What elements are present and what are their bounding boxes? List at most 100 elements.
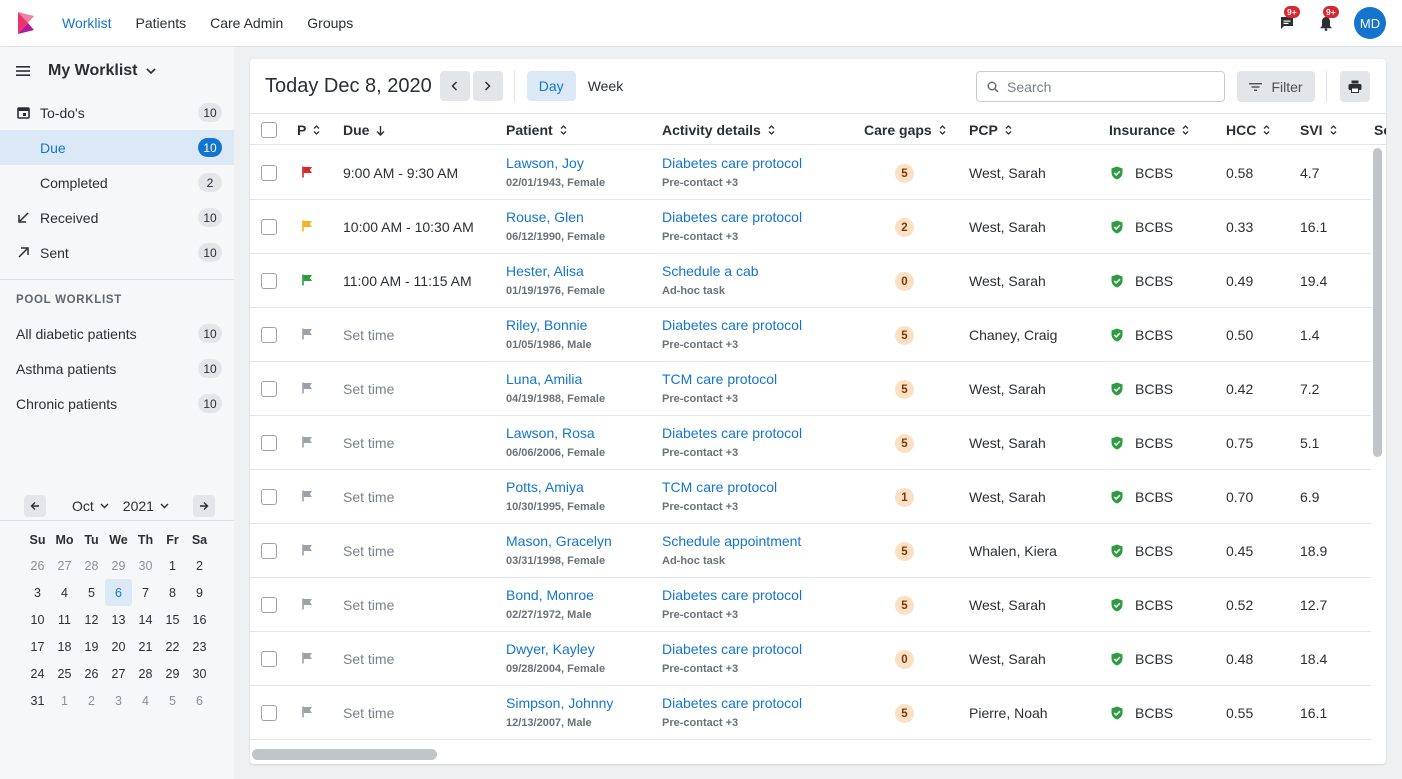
activity-link[interactable]: Diabetes care protocol [662,695,802,711]
activity-link[interactable]: Diabetes care protocol [662,425,802,441]
activity-link[interactable]: Diabetes care protocol [662,209,802,225]
calendar-day[interactable]: 8 [159,579,186,606]
calendar-day[interactable]: 3 [24,579,51,606]
next-day-button[interactable] [472,71,503,101]
calendar-day[interactable]: 1 [51,687,78,714]
calendar-day[interactable]: 30 [132,552,159,579]
flag-icon[interactable] [302,327,313,343]
nav-care-admin[interactable]: Care Admin [210,15,283,31]
calendar-day[interactable]: 6 [186,687,213,714]
patient-name-link[interactable]: Potts, Amiya [506,479,584,495]
row-checkbox[interactable] [261,651,277,667]
search-field[interactable] [976,71,1225,102]
flag-icon[interactable] [302,651,313,667]
calendar-day[interactable]: 27 [105,660,132,687]
filter-button[interactable]: Filter [1237,71,1315,102]
calendar-day[interactable]: 6 [105,579,132,606]
calendar-day[interactable]: 20 [105,633,132,660]
patient-name-link[interactable]: Mason, Gracelyn [506,533,612,549]
view-week-tab[interactable]: Week [576,71,636,101]
due-time[interactable]: Set time [343,327,394,343]
sidebar-item-completed[interactable]: Completed 2 [0,165,234,200]
calendar-day[interactable]: 26 [24,552,51,579]
patient-name-link[interactable]: Luna, Amilia [506,371,582,387]
sidebar-item-due[interactable]: Due 10 [0,130,234,165]
row-checkbox[interactable] [261,543,277,559]
calendar-day[interactable]: 2 [78,687,105,714]
due-time[interactable]: Set time [343,705,394,721]
calendar-day[interactable]: 5 [159,687,186,714]
prev-day-button[interactable] [439,71,470,101]
column-header-svi[interactable]: SVI [1300,122,1337,138]
prev-month-button[interactable] [24,495,46,517]
calendar-day[interactable]: 4 [51,579,78,606]
calendar-day[interactable]: 4 [132,687,159,714]
calendar-day[interactable]: 9 [186,579,213,606]
notifications-button[interactable]: 9+ [1315,6,1339,34]
table-row[interactable]: 11:00 AM - 11:15 AM Hester, Alisa 01/19/19… [250,254,1371,308]
select-all-checkbox[interactable] [261,122,277,138]
due-time[interactable]: Set time [343,381,394,397]
search-input[interactable] [1007,78,1207,95]
flag-icon[interactable] [302,273,313,289]
sidebar-item-todos[interactable]: To-do's 10 [0,95,234,130]
pool-item-all-diabetic[interactable]: All diabetic patients 10 [0,316,234,351]
table-row[interactable]: Set time Riley, Bonnie 01/05/1986, Male Dia… [250,308,1371,362]
calendar-day[interactable]: 3 [105,687,132,714]
column-header-care-gaps[interactable]: Care gaps [864,122,946,138]
nav-worklist[interactable]: Worklist [62,15,112,31]
row-checkbox[interactable] [261,597,277,613]
table-row[interactable]: 9:00 AM - 9:30 AM Lawson, Joy 02/01/1943, … [250,146,1371,200]
app-logo[interactable] [16,12,36,34]
calendar-day[interactable]: 29 [105,552,132,579]
patient-name-link[interactable]: Dwyer, Kayley [506,641,595,657]
calendar-day[interactable]: 31 [24,687,51,714]
column-header-due[interactable]: Due [343,122,385,138]
flag-icon[interactable] [302,489,313,505]
column-header-activity[interactable]: Activity details [662,122,775,138]
patient-name-link[interactable]: Rouse, Glen [506,209,584,225]
flag-icon[interactable] [302,381,313,397]
table-row[interactable]: Set time Mason, Gracelyn 03/31/1998, Femal… [250,524,1371,578]
flag-icon[interactable] [302,165,313,181]
calendar-day[interactable]: 17 [24,633,51,660]
due-time[interactable]: Set time [343,543,394,559]
due-time[interactable]: Set time [343,651,394,667]
horizontal-scrollbar[interactable] [252,749,437,760]
calendar-day[interactable]: 23 [186,633,213,660]
calendar-day[interactable]: 5 [78,579,105,606]
patient-name-link[interactable]: Simpson, Johnny [506,695,613,711]
patient-name-link[interactable]: Bond, Monroe [506,587,594,603]
calendar-day[interactable]: 15 [159,606,186,633]
activity-link[interactable]: Diabetes care protocol [662,587,802,603]
calendar-day[interactable]: 19 [78,633,105,660]
calendar-day[interactable]: 10 [24,606,51,633]
activity-link[interactable]: Schedule appointment [662,533,801,549]
flag-icon[interactable] [302,597,313,613]
column-header-insurance[interactable]: Insurance [1109,122,1189,138]
calendar-day[interactable]: 7 [132,579,159,606]
print-button[interactable] [1340,71,1370,102]
nav-patients[interactable]: Patients [136,15,187,31]
table-row[interactable]: Set time Bond, Monroe 02/27/1972, Male Diab… [250,578,1371,632]
calendar-day[interactable]: 12 [78,606,105,633]
row-checkbox[interactable] [261,381,277,397]
table-row[interactable]: Set time Luna, Amilia 04/19/1988, Female TC… [250,362,1371,416]
calendar-day[interactable]: 18 [51,633,78,660]
column-header-pcp[interactable]: PCP [969,122,1012,138]
activity-link[interactable]: Diabetes care protocol [662,155,802,171]
patient-name-link[interactable]: Riley, Bonnie [506,317,587,333]
calendar-day[interactable]: 24 [24,660,51,687]
activity-link[interactable]: TCM care protocol [662,479,777,495]
calendar-day[interactable]: 28 [132,660,159,687]
column-header-priority[interactable]: P [297,122,320,138]
worklist-title[interactable]: My Worklist [48,62,138,80]
patient-name-link[interactable]: Lawson, Joy [506,155,584,171]
calendar-day[interactable]: 21 [132,633,159,660]
calendar-day[interactable]: 22 [159,633,186,660]
messages-button[interactable]: 9+ [1276,6,1300,34]
calendar-day[interactable]: 11 [51,606,78,633]
row-checkbox[interactable] [261,165,277,181]
table-row[interactable]: 10:00 AM - 10:30 AM Rouse, Glen 06/12/1990… [250,200,1371,254]
chevron-down-icon[interactable] [145,68,156,74]
